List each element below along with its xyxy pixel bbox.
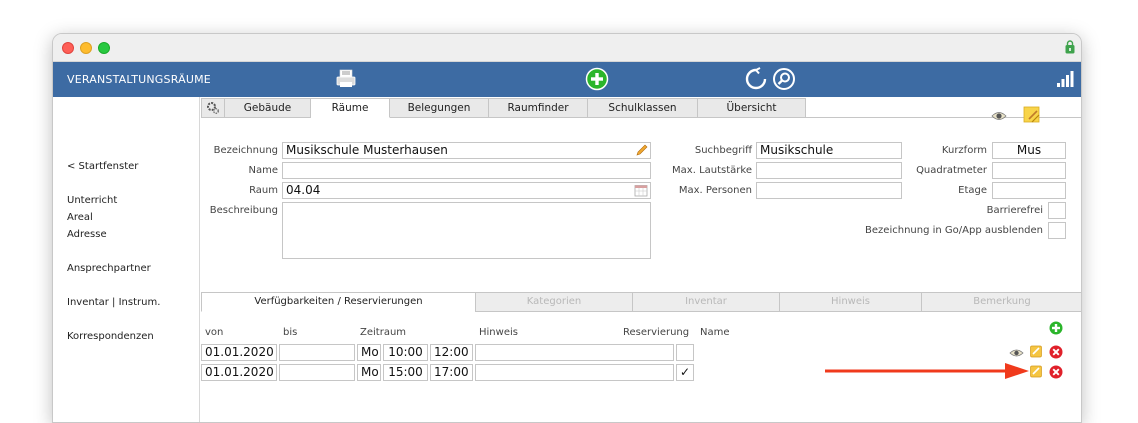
eye-icon[interactable]: [991, 110, 1007, 122]
tab-kategorien[interactable]: Kategorien: [475, 292, 633, 312]
app-window: VERANSTALTUNGSRÄUME < Startfenster Unter…: [52, 33, 1082, 423]
bezeichnung-field[interactable]: Musikschule Musterhausen: [282, 142, 651, 159]
label-beschreibung: Beschreibung: [209, 205, 278, 216]
label-etage: Etage: [958, 185, 987, 196]
kurzform-field[interactable]: Mus: [992, 142, 1066, 159]
label-barrierefrei: Barrierefrei: [986, 205, 1043, 216]
sidebar-item-korrespondenzen[interactable]: Korrespondenzen: [67, 331, 154, 342]
name-field[interactable]: [282, 162, 651, 179]
row1-reservierung[interactable]: [676, 344, 694, 361]
tab-gebaeude[interactable]: Gebäude: [225, 98, 311, 118]
tab-belegungen[interactable]: Belegungen: [390, 98, 489, 118]
column-header-reservierung: Reservierung: [623, 327, 690, 338]
column-header-von: von: [205, 327, 224, 338]
max-personen-field[interactable]: [756, 182, 902, 199]
row1-tag[interactable]: Mo: [357, 344, 381, 361]
tab-hinweis[interactable]: Hinweis: [779, 292, 922, 312]
label-max-personen: Max. Personen: [678, 185, 752, 196]
sidebar-item-adresse[interactable]: Adresse: [67, 229, 107, 240]
label-max-lautstaerke: Max. Lautstärke: [672, 165, 752, 176]
barrierefrei-checkbox[interactable]: [1048, 202, 1066, 219]
label-name: Name: [248, 165, 278, 176]
column-header-hinweis: Hinweis: [479, 327, 518, 338]
edit-note-icon[interactable]: [1030, 365, 1043, 378]
gear-icon: [207, 102, 220, 115]
row1-start[interactable]: 10:00: [383, 344, 428, 361]
sidebar-item-inventar[interactable]: Inventar | Instrum.: [67, 297, 160, 308]
row2-start[interactable]: 15:00: [383, 364, 428, 381]
label-raum: Raum: [249, 185, 278, 196]
label-go-app: Bezeichnung in Go/App ausblenden: [865, 225, 1043, 236]
refresh-icon[interactable]: [744, 67, 768, 91]
main-tabs: Gebäude Räume Belegungen Raumfinder Schu…: [201, 98, 806, 118]
plus-circle-icon[interactable]: [585, 67, 609, 91]
signal-bars-icon[interactable]: [1056, 70, 1074, 88]
max-lautstaerke-field[interactable]: [756, 162, 902, 179]
delete-icon[interactable]: [1049, 365, 1063, 379]
raum-field[interactable]: 04.04: [282, 182, 651, 199]
label-suchbegriff: Suchbegriff: [694, 145, 752, 156]
delete-icon[interactable]: [1049, 345, 1063, 359]
suchbegriff-field[interactable]: Musikschule: [756, 142, 902, 159]
red-arrow-annotation: [825, 363, 1029, 379]
column-header-zeitraum: Zeitraum: [360, 327, 407, 338]
row1-ende[interactable]: 12:00: [430, 344, 473, 361]
row2-von[interactable]: 01.01.2020: [201, 364, 277, 381]
row2-tag[interactable]: Mo: [357, 364, 381, 381]
tab-raeume[interactable]: Räume: [311, 98, 390, 118]
row1-von[interactable]: 01.01.2020: [201, 344, 277, 361]
beschreibung-field[interactable]: [282, 202, 651, 259]
tab-bemerkung[interactable]: Bemerkung: [921, 292, 1081, 312]
row1-bis[interactable]: [279, 344, 355, 361]
zoom-window-button[interactable]: [98, 42, 110, 54]
sidebar-item-unterricht[interactable]: Unterricht: [67, 195, 117, 206]
tab-uebersicht[interactable]: Übersicht: [698, 98, 806, 118]
row1-hinweis[interactable]: [475, 344, 674, 361]
eye-icon[interactable]: [1009, 348, 1024, 358]
label-kurzform: Kurzform: [941, 145, 987, 156]
edit-note-icon[interactable]: [1030, 345, 1043, 358]
sidebar: < Startfenster Unterricht Areal Adresse …: [53, 97, 200, 422]
add-row-icon[interactable]: [1049, 321, 1063, 335]
column-header-bis: bis: [283, 327, 298, 338]
quadratmeter-field[interactable]: [992, 162, 1066, 179]
printer-icon[interactable]: [335, 68, 357, 90]
tab-verfuegbarkeiten[interactable]: Verfügbarkeiten / Reservierungen: [201, 292, 476, 312]
close-window-button[interactable]: [62, 42, 74, 54]
label-bezeichnung: Bezeichnung: [213, 145, 278, 156]
row2-bis[interactable]: [279, 364, 355, 381]
tab-raumfinder[interactable]: Raumfinder: [489, 98, 588, 118]
row2-reservierung[interactable]: ✓: [676, 364, 694, 381]
app-header: VERANSTALTUNGSRÄUME: [53, 62, 1081, 97]
label-quadratmeter: Quadratmeter: [916, 165, 987, 176]
sidebar-item-startfenster[interactable]: < Startfenster: [67, 161, 138, 172]
title-bar: [53, 34, 1081, 62]
note-icon[interactable]: [1023, 106, 1041, 124]
sidebar-item-areal[interactable]: Areal: [67, 212, 93, 223]
etage-field[interactable]: [992, 182, 1066, 199]
tab-inventar[interactable]: Inventar: [632, 292, 780, 312]
go-app-checkbox[interactable]: [1048, 222, 1066, 239]
search-icon[interactable]: [772, 67, 796, 91]
lock-icon: [1065, 40, 1075, 54]
minimize-window-button[interactable]: [80, 42, 92, 54]
pencil-icon[interactable]: [635, 143, 649, 157]
row2-ende[interactable]: 17:00: [430, 364, 473, 381]
column-header-name: Name: [700, 327, 730, 338]
sidebar-item-ansprechpartner[interactable]: Ansprechpartner: [67, 263, 151, 274]
app-title: VERANSTALTUNGSRÄUME: [67, 73, 211, 86]
tab-settings[interactable]: [201, 98, 225, 118]
tab-schulklassen[interactable]: Schulklassen: [588, 98, 698, 118]
calendar-icon[interactable]: [634, 184, 648, 197]
row2-hinweis[interactable]: [475, 364, 674, 381]
